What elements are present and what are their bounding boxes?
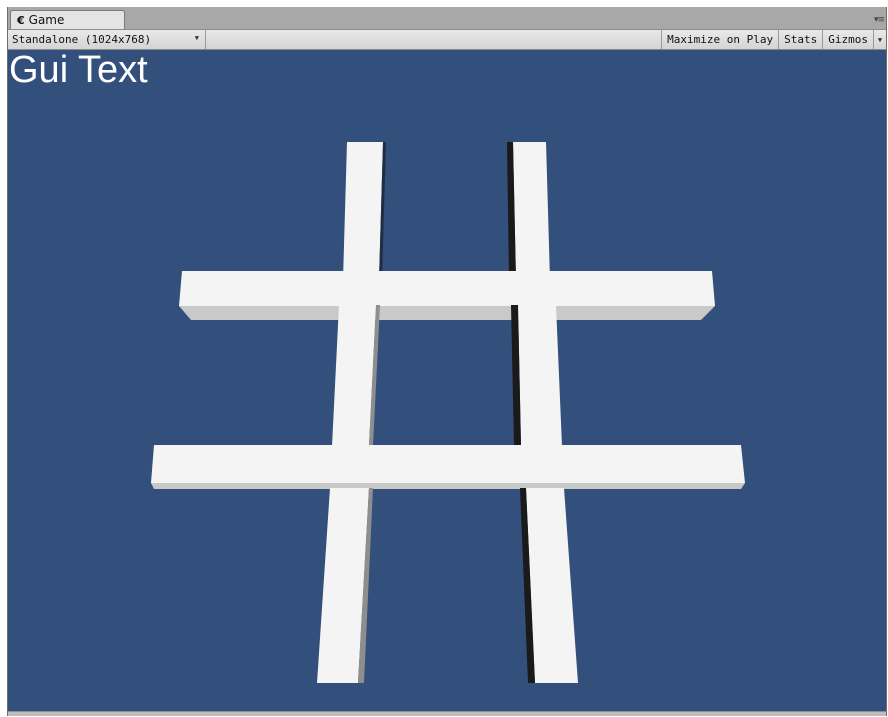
maximize-on-play-button[interactable]: Maximize on Play [661,30,778,49]
tab-game[interactable]: € Game [10,10,125,29]
tic-tac-toe-board [151,142,745,683]
right-vertical-bar-bottom [520,488,578,683]
game-window: € Game ▾≡ Standalone (1024x768) ▼ Maximi… [7,7,887,716]
bottom-border [8,711,886,716]
right-vertical-bar-top [507,142,550,280]
right-vertical-bar-middle [511,305,562,446]
aspect-dropdown-value: Standalone (1024x768) [12,33,152,46]
tab-label: Game [28,13,65,27]
left-vertical-bar-top [343,142,386,280]
chevron-down-icon: ▼ [194,34,199,42]
gizmos-button[interactable]: Gizmos [822,30,873,49]
game-toolbar: Standalone (1024x768) ▼ Maximize on Play… [8,29,886,50]
tab-bar: € Game ▾≡ [8,7,886,29]
gui-text: Gui Text [9,50,148,91]
stats-button[interactable]: Stats [778,30,822,49]
game-icon: € [17,13,25,27]
left-vertical-bar-bottom [317,488,373,683]
toolbar-right-group: Maximize on Play Stats Gizmos ▼ [661,30,886,49]
upper-horizontal-bar [179,271,715,320]
left-vertical-bar-middle [332,305,380,446]
tab-menu-icon[interactable]: ▾≡ [874,15,885,25]
lower-horizontal-bar [151,445,745,489]
game-viewport[interactable]: Gui Text [8,50,886,712]
gizmos-dropdown-icon[interactable]: ▼ [873,30,886,49]
aspect-dropdown[interactable]: Standalone (1024x768) ▼ [8,30,206,49]
